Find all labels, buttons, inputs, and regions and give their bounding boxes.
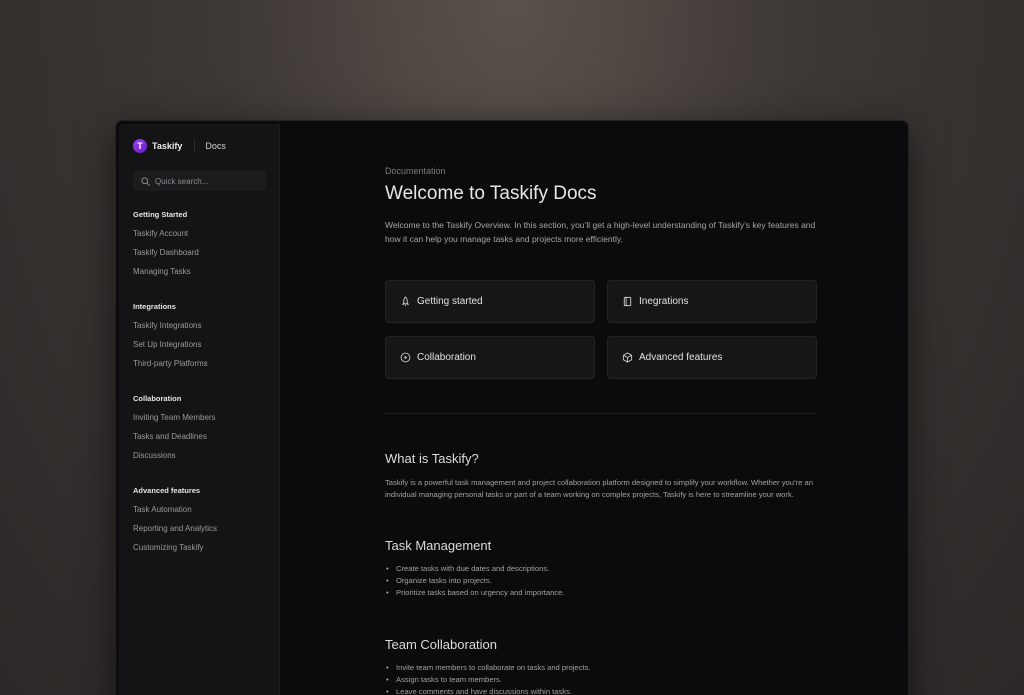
task-management-list: Create tasks with due dates and descript… [385,563,817,599]
section-divider [385,413,817,414]
search-icon [141,176,150,186]
sidebar-item-taskify-account[interactable]: Taskify Account [133,229,273,248]
nav-group-integrations: Integrations Taskify Integrations Set Up… [133,302,273,378]
docs-window: T Taskify Docs Quick search... Getting S… [116,121,908,695]
card-label: Getting started [417,296,483,307]
sidebar-item-reporting-and-analytics[interactable]: Reporting and Analytics [133,524,273,543]
nav-heading: Collaboration [133,394,182,403]
list-item: Organize tasks into projects. [385,575,817,587]
card-advanced-features[interactable]: Advanced features [607,336,817,379]
sidebar-item-taskify-integrations[interactable]: Taskify Integrations [133,321,273,340]
card-integrations[interactable]: Inegrations [607,280,817,323]
list-item: Leave comments and have discussions with… [385,686,817,695]
sidebar-item-set-up-integrations[interactable]: Set Up Integrations [133,340,273,359]
breadcrumb[interactable]: Documentation [385,166,446,176]
sidebar: T Taskify Docs Quick search... Getting S… [119,124,280,695]
sidebar-item-third-party-platforms[interactable]: Third-party Platforms [133,359,273,378]
brand-divider [194,139,196,153]
nav-heading: Integrations [133,302,176,311]
sidebar-item-taskify-dashboard[interactable]: Taskify Dashboard [133,248,273,267]
section-heading-team-collaboration: Team Collaboration [385,637,498,652]
docs-link[interactable]: Docs [205,141,226,151]
sidebar-item-managing-tasks[interactable]: Managing Tasks [133,267,273,286]
section-heading-task-management: Task Management [385,538,492,553]
search-input[interactable]: Quick search... [133,171,266,191]
sidebar-item-tasks-and-deadlines[interactable]: Tasks and Deadlines [133,432,273,451]
taskify-logo-icon: T [133,139,147,153]
sidebar-item-discussions[interactable]: Discussions [133,451,273,470]
book-icon [623,296,632,307]
list-item: Create tasks with due dates and descript… [385,563,817,575]
list-item: Assign tasks to team members. [385,674,817,686]
page-title: Welcome to Taskify Docs [385,183,597,204]
brand-name: Taskify [152,141,183,151]
search-placeholder: Quick search... [155,176,209,186]
nav-group-collaboration: Collaboration Inviting Team Members Task… [133,394,273,470]
cube-icon [622,352,633,363]
team-collaboration-list: Invite team members to collaborate on ta… [385,662,817,695]
section-body: Taskify is a powerful task management an… [385,478,813,499]
card-label: Collaboration [417,352,476,363]
card-label: Inegrations [639,296,689,307]
nav-group-getting-started: Getting Started Taskify Account Taskify … [133,210,273,286]
sidebar-item-inviting-team-members[interactable]: Inviting Team Members [133,413,273,432]
nav-heading: Advanced features [133,486,201,495]
rocket-icon [401,296,410,307]
section-heading-what-is-taskify: What is Taskify? [385,451,479,466]
list-item: Invite team members to collaborate on ta… [385,662,817,674]
sidebar-nav: Getting Started Taskify Account Taskify … [133,210,273,578]
play-circle-icon [400,352,411,363]
nav-group-advanced-features: Advanced features Task Automation Report… [133,486,273,562]
page-intro: Welcome to the Taskify Overview. In this… [385,220,816,244]
sidebar-item-task-automation[interactable]: Task Automation [133,505,273,524]
card-getting-started[interactable]: Getting started [385,280,595,323]
list-item: Prioritize tasks based on urgency and im… [385,587,817,599]
brand[interactable]: T Taskify Docs [133,139,226,153]
card-label: Advanced features [639,352,723,363]
nav-heading: Getting Started [133,210,188,219]
card-collaboration[interactable]: Collaboration [385,336,595,379]
sidebar-item-customizing-taskify[interactable]: Customizing Taskify [133,543,273,562]
